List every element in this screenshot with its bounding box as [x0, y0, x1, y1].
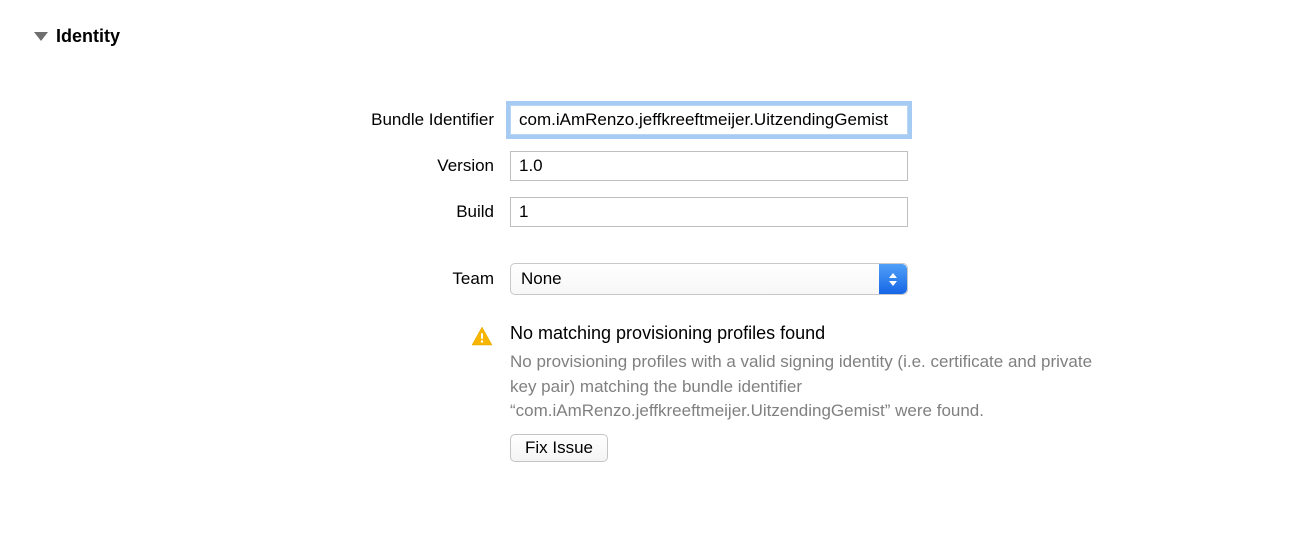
team-row: Team None	[0, 263, 1300, 295]
bundle-identifier-input[interactable]	[510, 105, 908, 135]
warning-triangle-icon	[470, 325, 494, 349]
team-select[interactable]: None	[510, 263, 908, 295]
version-input[interactable]	[510, 151, 908, 181]
fix-issue-button[interactable]: Fix Issue	[510, 434, 608, 462]
bundle-identifier-row: Bundle Identifier	[0, 105, 1300, 135]
provisioning-warning: No matching provisioning profiles found …	[0, 323, 1300, 462]
version-row: Version	[0, 151, 1300, 181]
select-arrows-icon	[879, 264, 907, 294]
bundle-identifier-label: Bundle Identifier	[0, 110, 510, 130]
section-title: Identity	[56, 26, 120, 47]
build-input[interactable]	[510, 197, 908, 227]
build-row: Build	[0, 197, 1300, 227]
disclosure-triangle-icon[interactable]	[34, 32, 48, 41]
version-label: Version	[0, 156, 510, 176]
warning-title: No matching provisioning profiles found	[510, 323, 1110, 344]
team-selected-value: None	[521, 269, 562, 289]
identity-section-header[interactable]: Identity	[34, 26, 120, 47]
warning-description: No provisioning profiles with a valid si…	[510, 350, 1110, 424]
identity-form: Bundle Identifier Version Build Team Non…	[0, 105, 1300, 462]
build-label: Build	[0, 202, 510, 222]
team-label: Team	[0, 269, 510, 289]
